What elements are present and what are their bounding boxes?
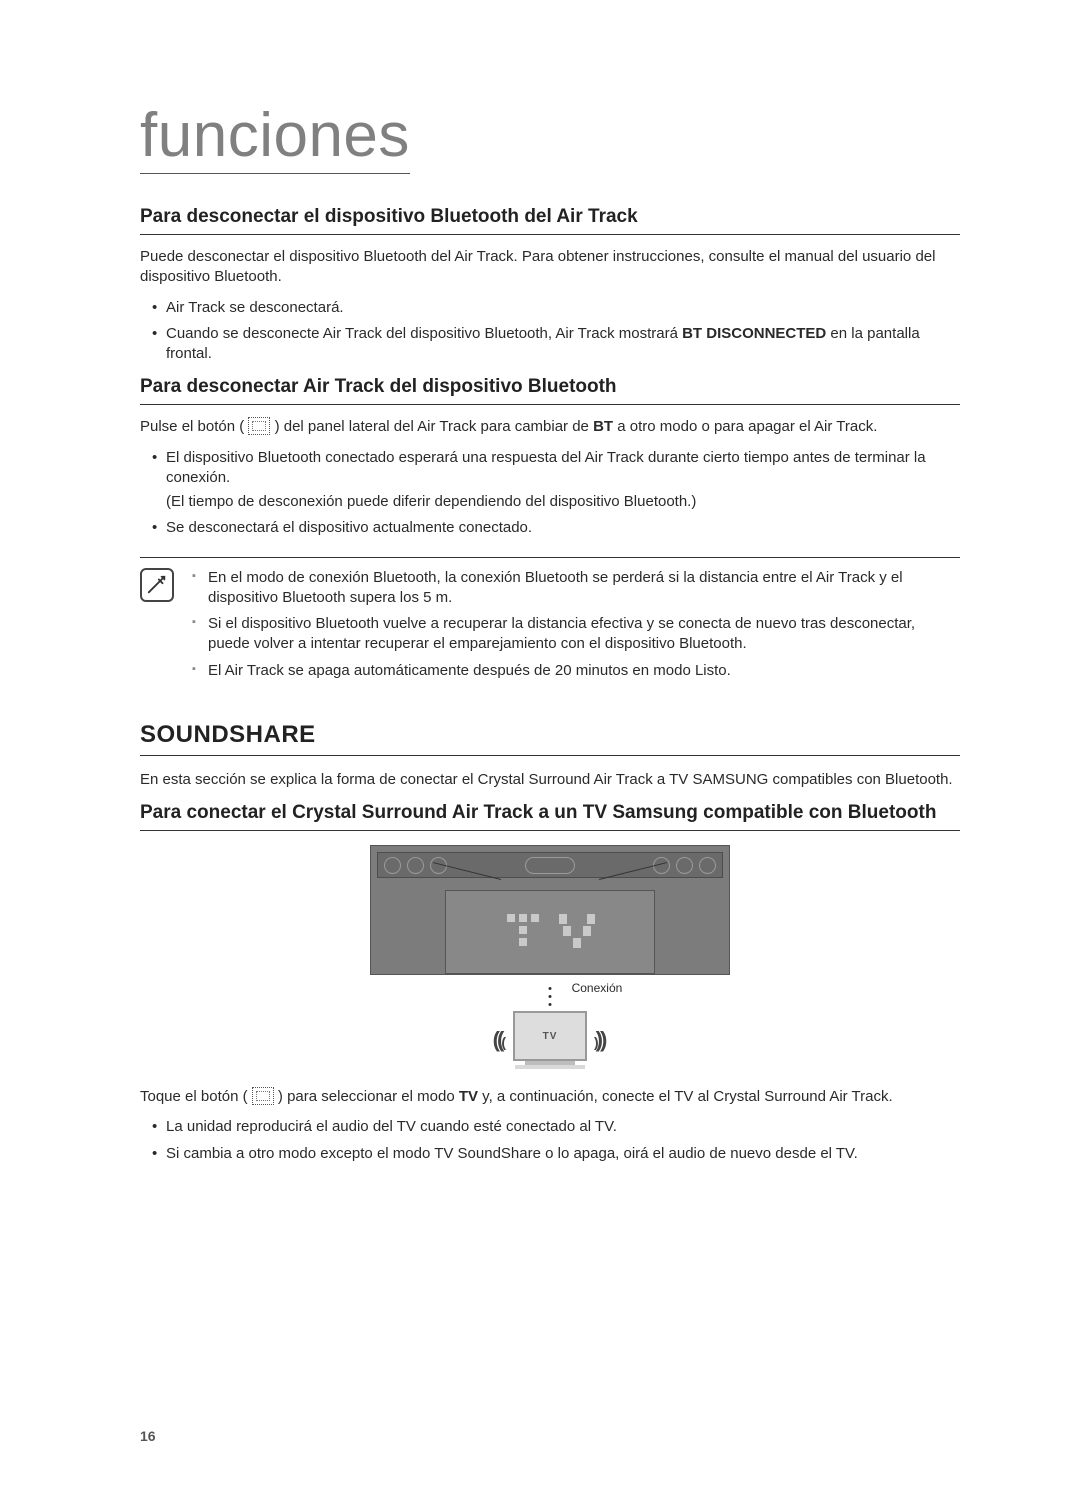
note-list: En el modo de conexión Bluetooth, la con… — [192, 568, 960, 687]
connection-label: Conexión — [572, 981, 623, 995]
intro-paragraph: Puede desconectar el dispositivo Bluetoo… — [140, 247, 960, 288]
page-title: funciones — [140, 100, 410, 174]
heading-disconnect-airtrack: Para desconectar Air Track del dispositi… — [140, 376, 960, 405]
text: Toque el botón ( — [140, 1088, 252, 1105]
list-item: Si el dispositivo Bluetooth vuelve a rec… — [192, 614, 960, 655]
list-item: El Air Track se apaga automáticamente de… — [192, 661, 960, 681]
paragraph: En esta sección se explica la forma de c… — [140, 770, 960, 790]
bullet-list: Se desconectará el dispositivo actualmen… — [140, 518, 960, 538]
sub-paragraph: (El tiempo de desconexión puede diferir … — [140, 492, 960, 512]
text: Cuando se desconecte Air Track del dispo… — [166, 325, 682, 342]
text: y, a continuación, conecte el TV al Crys… — [478, 1088, 893, 1105]
bold-text: BT — [593, 418, 613, 435]
paragraph: Toque el botón ( ) para seleccionar el m… — [140, 1087, 960, 1107]
bold-text: BT DISCONNECTED — [682, 325, 826, 342]
heading-connect-tv: Para conectar el Crystal Surround Air Tr… — [140, 802, 960, 831]
list-item: Si cambia a otro modo excepto el modo TV… — [152, 1144, 960, 1164]
heading-disconnect-device: Para desconectar el dispositivo Bluetoot… — [140, 206, 960, 235]
signal-icon: ((( — [493, 1027, 503, 1053]
bullet-list: Air Track se desconectará. Cuando se des… — [140, 298, 960, 365]
section-title-soundshare: SOUNDSHARE — [140, 721, 960, 756]
paragraph: Pulse el botón ( ) del panel lateral del… — [140, 417, 960, 437]
connection-diagram: Conexión ((( TV ((( — [140, 845, 960, 1069]
signal-icon: ((( — [597, 1027, 607, 1053]
note-block: En el modo de conexión Bluetooth, la con… — [140, 557, 960, 687]
note-icon — [140, 568, 174, 602]
bullet-list: La unidad reproducirá el audio del TV cu… — [140, 1117, 960, 1164]
list-item: Air Track se desconectará. — [152, 298, 960, 318]
page-number: 16 — [140, 1428, 156, 1444]
bullet-list: El dispositivo Bluetooth conectado esper… — [140, 448, 960, 489]
text: ) del panel lateral del Air Track para c… — [270, 418, 593, 435]
source-button-icon — [252, 1087, 274, 1105]
list-item: La unidad reproducirá el audio del TV cu… — [152, 1117, 960, 1137]
text: a otro modo o para apagar el Air Track. — [613, 418, 877, 435]
list-item: Cuando se desconecte Air Track del dispo… — [152, 324, 960, 365]
list-item: Se desconectará el dispositivo actualmen… — [152, 518, 960, 538]
text: ) para seleccionar el modo — [274, 1088, 459, 1105]
list-item: El dispositivo Bluetooth conectado esper… — [152, 448, 960, 489]
bold-text: TV — [459, 1088, 478, 1105]
text: Pulse el botón ( — [140, 418, 248, 435]
source-button-icon — [248, 417, 270, 435]
tv-icon: TV — [513, 1011, 587, 1061]
list-item: En el modo de conexión Bluetooth, la con… — [192, 568, 960, 609]
